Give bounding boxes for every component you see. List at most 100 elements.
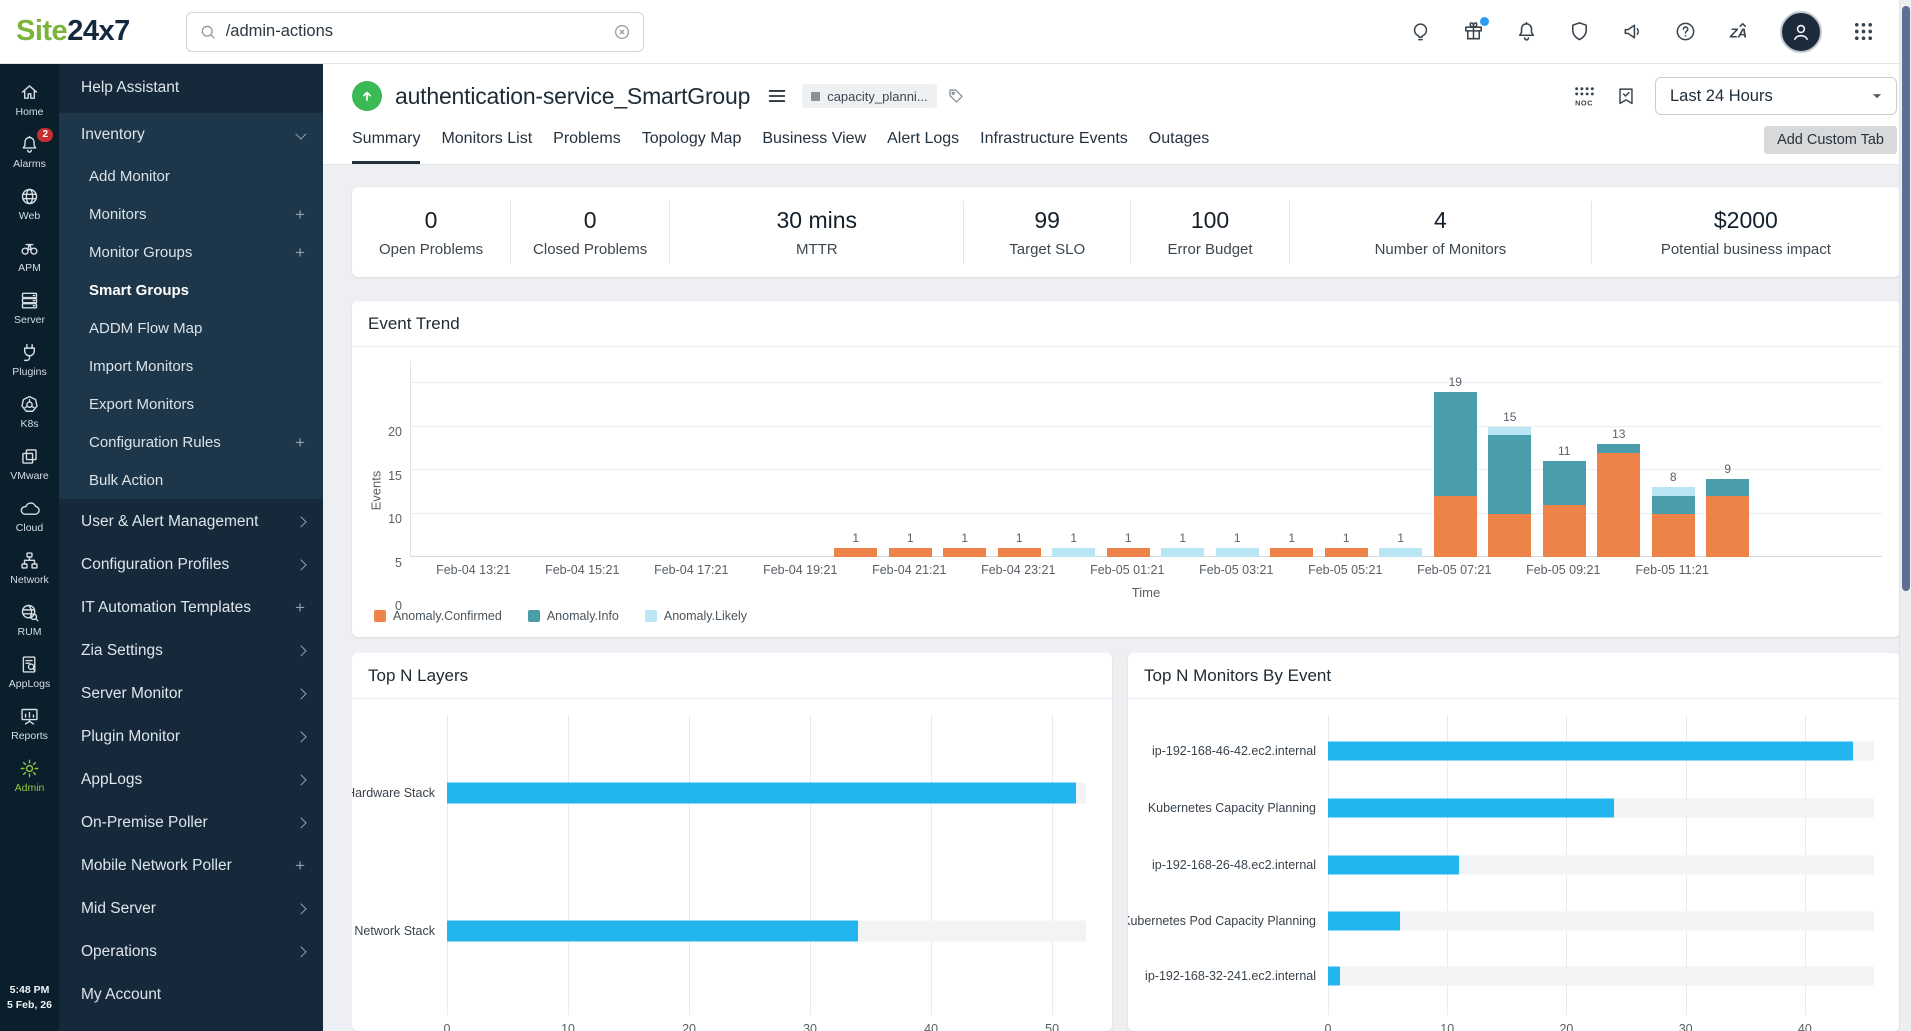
- tab-outages[interactable]: Outages: [1149, 130, 1209, 164]
- menu-item-it-automation-templates[interactable]: IT Automation Templates+: [59, 586, 323, 629]
- tab-monitors-list[interactable]: Monitors List: [441, 130, 532, 164]
- menu-item-label: Plugin Monitor: [81, 728, 180, 746]
- search-input[interactable]: [226, 22, 604, 41]
- menu-item-configuration-profiles[interactable]: Configuration Profiles: [59, 543, 323, 586]
- menu-item-mobile-network-poller[interactable]: Mobile Network Poller+: [59, 844, 323, 887]
- menu-item-mid-server[interactable]: Mid Server: [59, 887, 323, 930]
- rail-clock: 5:48 PM5 Feb, 26: [0, 983, 59, 1031]
- menu-subitem-monitor-groups[interactable]: Monitor Groups+: [59, 233, 323, 271]
- menu-item-label: Monitors: [89, 206, 147, 223]
- segment-anomaly-confirmed: [1597, 453, 1640, 557]
- rail-item-plugins[interactable]: Plugins: [0, 334, 59, 386]
- rail-item-rum[interactable]: RUM: [0, 594, 59, 646]
- menu-item-my-account[interactable]: My Account: [59, 973, 323, 1016]
- menu-item-inventory[interactable]: Inventory: [59, 113, 323, 157]
- tag-icon: [947, 87, 965, 105]
- segment-anomaly-likely: [1379, 548, 1422, 557]
- menu-item-label: Configuration Profiles: [81, 556, 229, 574]
- menu-item-on-premise-poller[interactable]: On-Premise Poller: [59, 801, 323, 844]
- apps-grid-icon[interactable]: [1852, 20, 1875, 43]
- rail-item-home[interactable]: Home: [0, 74, 59, 126]
- global-search[interactable]: [186, 12, 644, 52]
- site24x7-logo[interactable]: Site24x7: [16, 15, 130, 48]
- banner-check-icon[interactable]: [1615, 85, 1637, 107]
- menu-subitem-addm-flow-map[interactable]: ADDM Flow Map: [59, 309, 323, 347]
- plus-icon: +: [295, 206, 305, 223]
- rail-item-k8s[interactable]: K8s: [0, 386, 59, 438]
- menu-section-inventory: InventoryAdd Monitor Monitors + Monitor Gro…: [59, 112, 323, 500]
- megaphone-icon: [1621, 20, 1644, 43]
- help-icon[interactable]: [1674, 20, 1697, 43]
- menu-item-operations[interactable]: Operations: [59, 930, 323, 973]
- menu-item-plugin-monitor[interactable]: Plugin Monitor: [59, 715, 323, 758]
- rail-item-cloud[interactable]: Cloud: [0, 490, 59, 542]
- tab-alert-logs[interactable]: Alert Logs: [887, 130, 959, 164]
- x-tick-label: 30: [1679, 1022, 1693, 1031]
- bar-network-stack: [447, 921, 858, 942]
- hamburger-icon: [766, 85, 788, 107]
- rail-item-apm[interactable]: APM: [0, 230, 59, 282]
- zia-icon[interactable]: ZA: [1727, 20, 1750, 43]
- menu-subitem-smart-groups[interactable]: Smart Groups: [59, 271, 323, 309]
- menu-subitem-bulk-action[interactable]: Bulk Action: [59, 461, 323, 499]
- tag-chip[interactable]: capacity_planni...: [802, 84, 936, 108]
- gift-icon[interactable]: [1462, 20, 1485, 43]
- tab-topology-map[interactable]: Topology Map: [642, 130, 742, 164]
- legend-item-anomaly-likely[interactable]: Anomaly.Likely: [645, 609, 747, 623]
- bell-icon[interactable]: [1515, 20, 1538, 43]
- rail-item-server[interactable]: Server: [0, 282, 59, 334]
- hamburger-icon[interactable]: [766, 85, 788, 107]
- apps-grid-icon: [1852, 20, 1875, 43]
- svg-text:ZA: ZA: [1729, 26, 1747, 41]
- menu-item-server-monitor[interactable]: Server Monitor: [59, 672, 323, 715]
- add-custom-tab-button[interactable]: Add Custom Tab: [1764, 126, 1897, 154]
- scrollbar-thumb[interactable]: [1902, 6, 1910, 591]
- menu-subitem-add-monitor[interactable]: Add Monitor: [59, 157, 323, 195]
- rail-item-web[interactable]: Web: [0, 178, 59, 230]
- rail-item-reports[interactable]: Reports: [0, 698, 59, 750]
- tab-infrastructure-events[interactable]: Infrastructure Events: [980, 130, 1128, 164]
- megaphone-icon[interactable]: [1621, 20, 1644, 43]
- rail-item-label: Server: [14, 314, 45, 326]
- rail-item-network[interactable]: Network: [0, 542, 59, 594]
- nav-rail: HomeAlarms2WebAPM Server PluginsK8sVMwareC…: [0, 64, 59, 1031]
- bar-total-label: 1: [1288, 531, 1295, 545]
- bar-total-label: 1: [1125, 531, 1132, 545]
- menu-item-help-assistant[interactable]: Help Assistant: [59, 64, 323, 112]
- menu-item-zia-settings[interactable]: Zia Settings: [59, 629, 323, 672]
- time-range-select[interactable]: Last 24 Hours: [1655, 77, 1897, 115]
- noc-view-icon[interactable]: NOC: [1572, 84, 1597, 109]
- rail-item-label: RUM: [18, 626, 42, 638]
- clear-search-icon[interactable]: [613, 23, 631, 41]
- menu-subitem-monitors[interactable]: Monitors +: [59, 195, 323, 233]
- scrollbar[interactable]: [1899, 0, 1911, 1031]
- menu-subitem-export-monitors[interactable]: Export Monitors: [59, 385, 323, 423]
- bar-feb-04-22-21: 1: [938, 531, 993, 557]
- tab-problems[interactable]: Problems: [553, 130, 621, 164]
- x-tick-label: Feb-04 19:21: [763, 563, 837, 577]
- bar-total-label: 19: [1449, 375, 1462, 389]
- rail-item-vmware[interactable]: VMware: [0, 438, 59, 490]
- bulb-icon[interactable]: [1409, 20, 1432, 43]
- menu-item-user-alert-management[interactable]: User & Alert Management: [59, 500, 323, 543]
- rail-item-alarms[interactable]: Alarms2: [0, 126, 59, 178]
- menu-item-label: Mid Server: [81, 900, 156, 918]
- tag-icon[interactable]: [947, 87, 965, 105]
- menu-item-applogs[interactable]: AppLogs: [59, 758, 323, 801]
- avatar[interactable]: [1780, 11, 1822, 53]
- menu-subitem-configuration-rules[interactable]: Configuration Rules+: [59, 423, 323, 461]
- tab-summary[interactable]: Summary: [352, 130, 420, 164]
- menu-subitem-import-monitors[interactable]: Import Monitors: [59, 347, 323, 385]
- bar-total-label: 1: [907, 531, 914, 545]
- rail-item-admin[interactable]: Admin: [0, 750, 59, 802]
- segment-anomaly-confirmed: [998, 548, 1041, 557]
- tag-chip-label: capacity_planni...: [827, 89, 927, 104]
- caret-down-icon: [1868, 87, 1886, 105]
- legend-item-anomaly-confirmed[interactable]: Anomaly.Confirmed: [374, 609, 502, 623]
- legend-item-anomaly-info[interactable]: Anomaly.Info: [528, 609, 619, 623]
- rail-item-applogs[interactable]: AppLogs: [0, 646, 59, 698]
- category-labels: Hardware StackNetwork Stack: [352, 715, 447, 1015]
- tab-business-view[interactable]: Business View: [762, 130, 866, 164]
- x-tick-label: 30: [803, 1022, 817, 1031]
- shield-icon[interactable]: [1568, 20, 1591, 43]
